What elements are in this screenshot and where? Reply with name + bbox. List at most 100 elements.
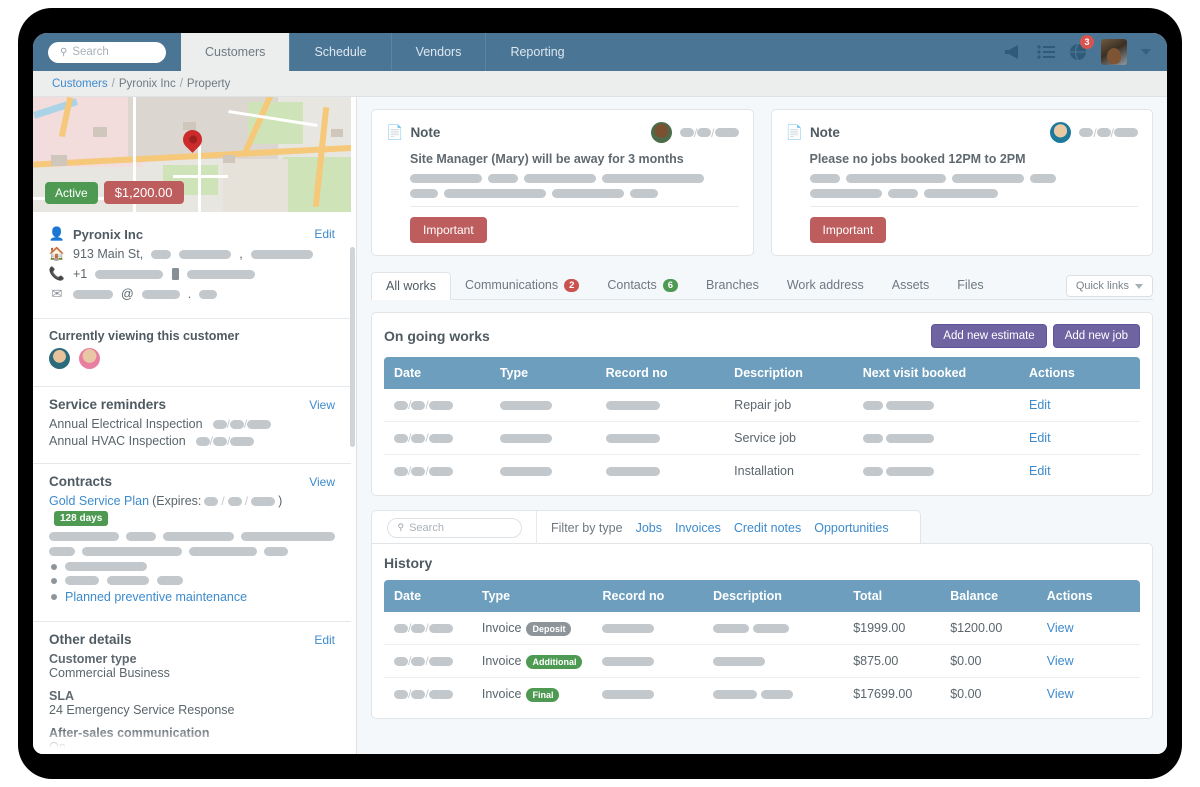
ongoing-works-table: Date Type Record no Description Next vis… [384, 357, 1140, 487]
tab-work-address[interactable]: Work address [773, 271, 878, 299]
tab-communications[interactable]: Communications 2 [451, 271, 593, 299]
service-reminder-label: Annual HVAC Inspection [49, 434, 186, 448]
note-important-tag[interactable]: Important [410, 217, 487, 243]
edit-link[interactable]: Edit [1029, 398, 1051, 412]
invoice-type: Invoice [482, 687, 522, 701]
breadcrumb-separator-2: / [180, 78, 183, 90]
list-item [51, 562, 335, 571]
table-row: // Service job Edit [384, 422, 1140, 455]
tab-files[interactable]: Files [943, 271, 997, 299]
currently-viewing-section: Currently viewing this customer [33, 319, 351, 387]
col-actions: Actions [1037, 580, 1140, 612]
contract-bullet-link[interactable]: Planned preventive maintenance [65, 590, 247, 604]
contract-expires-suffix: ) [278, 494, 282, 508]
other-details-edit-link[interactable]: Edit [314, 633, 335, 647]
main-content: 📄 Note // Site Manager (Mary) will be aw… [357, 97, 1167, 754]
search-icon: ⚲ [60, 47, 67, 58]
history-search-input[interactable]: ⚲ Search [387, 518, 522, 538]
tab-assets[interactable]: Assets [878, 271, 944, 299]
divider [810, 206, 1139, 207]
view-link[interactable]: View [1047, 621, 1074, 635]
breadcrumb: Customers / Pyronix Inc / Property [33, 71, 1167, 97]
invoice-type: Invoice [482, 654, 522, 668]
edit-link[interactable]: Edit [1029, 431, 1051, 445]
sidebar-scrollbar[interactable] [350, 247, 355, 447]
view-link[interactable]: View [1047, 654, 1074, 668]
cell-type [490, 389, 596, 422]
customer-sidebar: Active $1,200.00 👤 Pyronix Inc Edit 🏠 91… [33, 97, 357, 754]
avatar[interactable] [49, 348, 70, 369]
content-tabs: All works Communications 2 Contacts 6 Br… [371, 272, 1153, 300]
chevron-down-icon[interactable] [1141, 49, 1151, 55]
global-search-input[interactable]: ⚲ Search [48, 42, 166, 63]
nav-tab-schedule-label: Schedule [314, 45, 366, 59]
tab-branches[interactable]: Branches [692, 271, 773, 299]
user-avatar[interactable] [1101, 39, 1127, 65]
nav-tab-vendors[interactable]: Vendors [391, 33, 486, 71]
invoice-tag: Additional [526, 655, 582, 669]
app-window: ⚲ Search Customers Schedule Vendors Repo… [33, 33, 1167, 754]
property-map[interactable]: Active $1,200.00 [33, 97, 351, 212]
cell-record-no [592, 645, 703, 678]
note-title: Note [410, 125, 440, 140]
globe-icon[interactable]: 3 [1069, 43, 1087, 61]
filter-jobs-link[interactable]: Jobs [636, 521, 662, 535]
filter-opportunities-link[interactable]: Opportunities [814, 521, 888, 535]
detail-value: Commercial Business [49, 666, 335, 680]
nav-tab-reporting[interactable]: Reporting [485, 33, 588, 71]
view-link[interactable]: View [1047, 687, 1074, 701]
search-icon: ⚲ [398, 522, 405, 533]
add-new-estimate-button[interactable]: Add new estimate [931, 324, 1046, 348]
contracts-header: Contracts View [49, 474, 335, 489]
service-reminders-section: Service reminders View Annual Electrical… [33, 387, 351, 464]
divider [410, 206, 739, 207]
list-icon[interactable] [1037, 45, 1055, 59]
tab-contacts-label: Contacts [607, 278, 656, 292]
home-icon: 🏠 [49, 246, 65, 262]
global-search-wrapper: ⚲ Search [33, 33, 181, 71]
avatar[interactable] [651, 122, 672, 143]
col-record-no: Record no [592, 580, 703, 612]
filter-invoices-link[interactable]: Invoices [675, 521, 721, 535]
table-row: // Repair job Edit [384, 389, 1140, 422]
tab-all-works[interactable]: All works [371, 272, 451, 300]
invoice-type: Invoice [482, 621, 522, 635]
cell-description [703, 645, 843, 678]
tab-contacts[interactable]: Contacts 6 [593, 271, 692, 299]
filter-credit-notes-link[interactable]: Credit notes [734, 521, 801, 535]
note-important-tag[interactable]: Important [810, 217, 887, 243]
history-table: Date Type Record no Description Total Ba… [384, 580, 1140, 710]
breadcrumb-root[interactable]: Customers [52, 78, 108, 90]
edit-link[interactable]: Edit [1029, 464, 1051, 478]
filter-links: Filter by type Jobs Invoices Credit note… [537, 511, 889, 544]
person-icon: 👤 [49, 226, 65, 242]
avatar[interactable] [1050, 122, 1071, 143]
table-row: // Installation Edit [384, 455, 1140, 488]
cell-description: Installation [724, 455, 853, 488]
customer-edit-link[interactable]: Edit [314, 227, 335, 241]
nav-tab-schedule[interactable]: Schedule [289, 33, 390, 71]
contract-plan-link[interactable]: Gold Service Plan [49, 494, 149, 508]
service-reminders-header: Service reminders View [49, 397, 335, 412]
note-card: 📄 Note // Site Manager (Mary) will be aw… [371, 109, 754, 256]
cell-type: InvoiceFinal [472, 678, 593, 711]
table-row: // InvoiceFinal $17699.00 $0.00 View [384, 678, 1140, 711]
nav-tab-customers[interactable]: Customers [181, 33, 289, 71]
table-header-row: Date Type Record no Description Next vis… [384, 357, 1140, 389]
note-body: Please no jobs booked 12PM to 2PM [810, 152, 1139, 166]
tab-communications-label: Communications [465, 278, 558, 292]
contracts-section: Contracts View Gold Service Plan (Expire… [33, 464, 351, 622]
cell-actions: Edit [1019, 422, 1140, 455]
chevron-down-icon [1135, 284, 1143, 289]
col-actions: Actions [1019, 357, 1140, 389]
service-reminders-view-link[interactable]: View [309, 398, 335, 412]
quick-links-button[interactable]: Quick links [1066, 275, 1153, 297]
megaphone-icon[interactable] [1003, 44, 1023, 60]
col-description: Description [703, 580, 843, 612]
avatar[interactable] [79, 348, 100, 369]
col-description: Description [724, 357, 853, 389]
add-new-job-button[interactable]: Add new job [1053, 324, 1140, 348]
cell-description [703, 678, 843, 711]
contract-expires-prefix: (Expires: [152, 494, 201, 508]
contracts-view-link[interactable]: View [309, 475, 335, 489]
